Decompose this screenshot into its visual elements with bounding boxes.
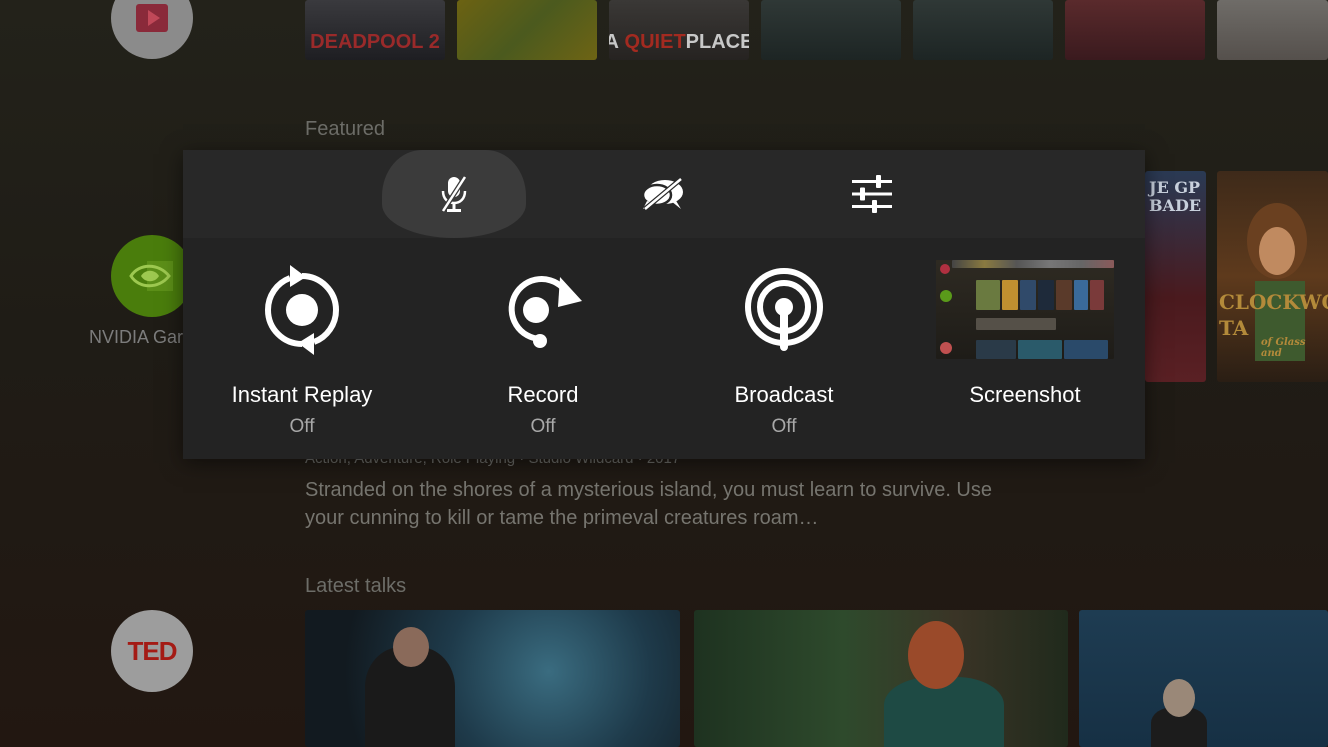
settings-button[interactable]: [800, 150, 944, 238]
poster-movie-6[interactable]: [1065, 0, 1205, 60]
game-card-2-subtitle: of Glass and: [1261, 337, 1306, 359]
record-label: Record: [507, 382, 579, 407]
game-card-2-title: CLOCKWO TA: [1219, 290, 1328, 340]
nvidia-games-app-icon[interactable]: [111, 235, 193, 317]
instant-replay-status: Off: [289, 416, 315, 437]
broadcast-label: Broadcast: [734, 382, 834, 407]
broadcast-status: Off: [771, 416, 797, 437]
poster-title-a: A: [609, 31, 619, 53]
featured-row-title: Featured: [305, 118, 386, 140]
record-icon-wrap: [498, 260, 588, 360]
play-movies-app-icon[interactable]: [111, 0, 193, 59]
android-tv-screen: DEADPOOL 2 A QUIET PLACE Featured NVIDIA …: [0, 0, 1328, 747]
poster-movie-4[interactable]: [761, 0, 901, 60]
chat-off-icon: [641, 177, 683, 211]
talk-card-1[interactable]: [305, 610, 680, 747]
talk-card-3[interactable]: [1079, 610, 1328, 747]
chat-toggle-button[interactable]: [591, 150, 735, 238]
speaker-head: [908, 621, 964, 689]
ted-app-icon[interactable]: TED: [111, 610, 193, 692]
latest-talks-row-title: Latest talks: [305, 575, 407, 597]
nvidia-eye-icon: [129, 261, 173, 291]
poster-movie-5[interactable]: [913, 0, 1053, 60]
game-description: Stranded on the shores of a mysterious i…: [305, 479, 993, 529]
nvidia-games-label: NVIDIA Gar: [89, 327, 184, 347]
poster-lego[interactable]: [457, 0, 597, 60]
instant-replay-icon: [264, 265, 340, 355]
play-movies-icon: [136, 4, 168, 32]
speaker-head: [393, 627, 429, 667]
broadcast-icon: [745, 268, 823, 351]
record-status: Off: [530, 416, 556, 437]
game-card-1[interactable]: JE GP BADE: [1145, 171, 1206, 382]
screenshot-label: Screenshot: [969, 382, 1081, 407]
speaker-head: [1163, 679, 1195, 717]
record-button[interactable]: Record Off: [443, 260, 643, 438]
poster-movie-7[interactable]: [1217, 0, 1328, 60]
poster-title-place: PLACE: [685, 31, 749, 53]
broadcast-button[interactable]: Broadcast Off: [684, 260, 884, 438]
game-card-clockwork-tales[interactable]: CLOCKWO TA of Glass and: [1217, 171, 1328, 382]
poster-deadpool[interactable]: DEADPOOL 2: [305, 0, 445, 60]
share-overlay-panel: Instant Replay Off Record Off Broadcast …: [183, 150, 1145, 459]
broadcast-icon-wrap: [739, 260, 829, 360]
poster-quiet-place[interactable]: A QUIET PLACE: [609, 0, 749, 60]
instant-replay-button[interactable]: Instant Replay Off: [202, 260, 402, 438]
instant-replay-label: Instant Replay: [231, 382, 373, 407]
poster-title-quiet: QUIET: [624, 31, 686, 53]
mic-off-icon: [440, 175, 468, 213]
ted-logo-text: TED: [127, 635, 178, 666]
microphone-toggle-button[interactable]: [382, 150, 526, 238]
talk-card-2[interactable]: [694, 610, 1068, 747]
poster-title: DEADPOOL 2: [310, 31, 440, 53]
instant-replay-icon-wrap: [257, 260, 347, 360]
game-card-1-title: JE GP BADE: [1149, 178, 1202, 215]
screenshot-button[interactable]: Screenshot: [925, 260, 1125, 408]
record-icon: [508, 276, 582, 348]
settings-sliders-icon: [852, 175, 892, 213]
